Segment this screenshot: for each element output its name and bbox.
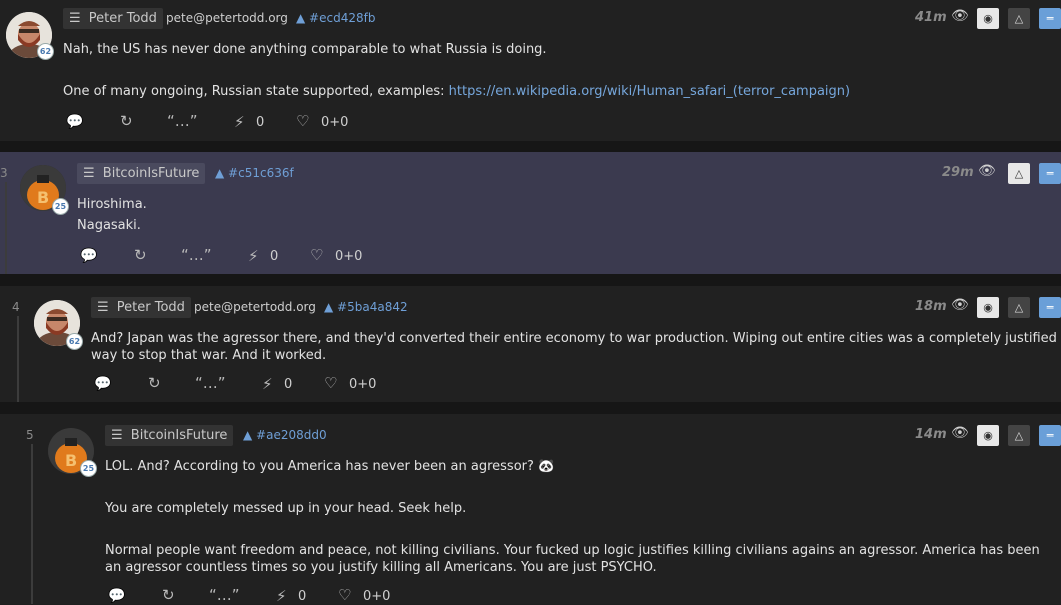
collapse-icon[interactable]: ═ [1039, 163, 1061, 184]
author-name: Peter Todd [88, 11, 157, 26]
post-time: 41m [915, 10, 947, 25]
svg-text:B: B [37, 188, 49, 207]
eye-icon[interactable]: 👁 [951, 8, 969, 24]
menu-icon: ☰ [97, 300, 109, 315]
zap-icon[interactable]: ⚡ [276, 587, 287, 605]
upvote-icon[interactable]: △ [1008, 297, 1030, 318]
post-content: LOL. And? According to you America has n… [105, 458, 1061, 576]
collapse-icon[interactable]: ═ [1039, 8, 1061, 29]
note-hash-link[interactable]: ▲ #c51c636f [215, 163, 294, 184]
author-name-button[interactable]: ☰ Peter Todd [63, 8, 163, 29]
thread-line [31, 444, 33, 604]
collapse-icon[interactable]: ═ [1039, 425, 1061, 446]
svg-text:B: B [65, 451, 77, 470]
post-time: 14m [915, 427, 947, 442]
content-line: One of many ongoing, Russian state suppo… [63, 83, 1053, 100]
author-name-button[interactable]: ☰ Peter Todd [91, 297, 191, 318]
content-line: LOL. And? According to you America has n… [105, 459, 555, 474]
quote-icon[interactable]: “…” [209, 586, 240, 604]
repost-icon[interactable]: ↻ [120, 112, 133, 130]
content-line: an agressor countless times so you justi… [105, 560, 657, 575]
note-hash-link[interactable]: ▲ #ecd428fb [296, 8, 375, 29]
upvote-icon[interactable]: △ [1008, 163, 1030, 184]
post-number: 3 [0, 166, 8, 180]
menu-icon: ☰ [111, 428, 123, 443]
zap-count: 0 [256, 115, 265, 130]
record-icon[interactable]: ◉ [977, 297, 999, 318]
post-ae208dd0: 5 B 25 ☰ BitcoinIsFuture ▲ #ae208dd0 14m… [0, 414, 1061, 605]
eye-icon[interactable]: 👁 [951, 297, 969, 313]
like-count: 0+0 [349, 377, 377, 392]
heart-icon[interactable]: ♡ [324, 374, 337, 392]
level-badge: 25 [80, 460, 97, 477]
post-content: Hiroshima. Nagasaki. [77, 196, 147, 234]
repost-icon[interactable]: ↻ [134, 246, 147, 264]
content-line: Hiroshima. [77, 197, 147, 212]
author-name: Peter Todd [116, 300, 185, 315]
heart-icon[interactable]: ♡ [338, 586, 351, 604]
like-count: 0+0 [335, 249, 363, 264]
quote-icon[interactable]: “…” [181, 246, 212, 264]
post-time: 29m [942, 165, 974, 180]
quote-icon[interactable]: “…” [195, 374, 226, 392]
reply-icon[interactable]: 💬 [80, 248, 97, 264]
post-c51c636f: 3 B 25 ☰ BitcoinIsFuture ▲ #c51c636f 29m… [0, 152, 1061, 274]
content-line: Normal people want freedom and peace, no… [105, 543, 1040, 558]
repost-icon[interactable]: ↻ [148, 374, 161, 392]
post-content: Nah, the US has never done anything comp… [63, 41, 1053, 100]
upvote-icon[interactable]: △ [1008, 425, 1030, 446]
zap-icon[interactable]: ⚡ [234, 113, 245, 131]
quote-icon[interactable]: “…” [167, 112, 198, 130]
content-line: Nagasaki. [77, 218, 141, 233]
author-name-button[interactable]: ☰ BitcoinIsFuture [105, 425, 234, 446]
menu-icon: ☰ [83, 166, 95, 181]
nip05-address: pete@petertodd.org [166, 11, 288, 25]
thread-line [5, 182, 7, 274]
reply-icon[interactable]: 💬 [94, 376, 111, 392]
zap-icon[interactable]: ⚡ [248, 247, 259, 265]
eye-icon[interactable]: 👁 [978, 163, 996, 179]
post-number: 4 [12, 300, 20, 314]
heart-icon[interactable]: ♡ [310, 246, 323, 264]
post-time: 18m [915, 299, 947, 314]
post-5ba4a842: 4 62 ☰ Peter Todd pete@petertodd.org ▲ #… [0, 286, 1061, 402]
content-text: One of many ongoing, Russian state suppo… [63, 84, 449, 99]
zap-icon[interactable]: ⚡ [262, 375, 273, 393]
post-ecd428fb: 62 ☰ Peter Todd pete@petertodd.org ▲ #ec… [0, 0, 1061, 141]
record-icon[interactable]: ◉ [977, 425, 999, 446]
author-name: BitcoinIsFuture [102, 166, 200, 181]
content-line: Nah, the US has never done anything comp… [63, 42, 547, 57]
zap-count: 0 [284, 377, 293, 392]
post-number: 5 [26, 428, 34, 442]
eye-icon[interactable]: 👁 [951, 425, 969, 441]
wikipedia-link[interactable]: https://en.wikipedia.org/wiki/Human_safa… [449, 84, 850, 99]
heart-icon[interactable]: ♡ [296, 112, 309, 130]
collapse-icon[interactable]: ═ [1039, 297, 1061, 318]
reply-icon[interactable]: 💬 [108, 588, 125, 604]
content-line: And? Japan was the agressor there, and t… [91, 331, 1057, 346]
menu-icon: ☰ [69, 11, 81, 26]
thread-line [17, 316, 19, 402]
level-badge: 62 [37, 43, 54, 60]
content-line: way to stop that war. And it worked. [91, 348, 327, 363]
repost-icon[interactable]: ↻ [162, 586, 175, 604]
author-name-button[interactable]: ☰ BitcoinIsFuture [77, 163, 206, 184]
content-line: You are completely messed up in your hea… [105, 501, 467, 516]
upvote-icon[interactable]: △ [1008, 8, 1030, 29]
note-hash-link[interactable]: ▲ #5ba4a842 [324, 297, 408, 318]
nip05-address: pete@petertodd.org [194, 300, 316, 314]
record-icon[interactable]: ◉ [977, 8, 999, 29]
zap-count: 0 [270, 249, 279, 264]
like-count: 0+0 [321, 115, 349, 130]
author-name: BitcoinIsFuture [130, 428, 228, 443]
level-badge: 25 [52, 198, 69, 215]
reply-icon[interactable]: 💬 [66, 114, 83, 130]
note-hash-link[interactable]: ▲ #ae208dd0 [243, 425, 327, 446]
level-badge: 62 [66, 333, 83, 350]
post-content: And? Japan was the agressor there, and t… [91, 330, 1061, 364]
